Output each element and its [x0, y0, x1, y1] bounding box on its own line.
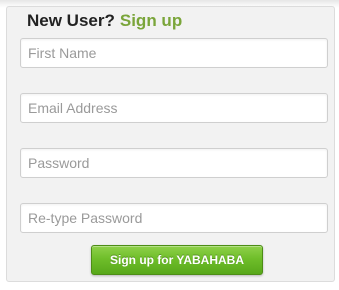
signup-page: New User?Sign up Sign up for YABAHABA	[0, 0, 339, 290]
signup-heading: New User? Sign up	[27, 11, 182, 31]
first-name-input[interactable]	[20, 38, 328, 68]
heading-new-user: New User?	[27, 11, 115, 30]
retype-password-input[interactable]	[20, 203, 328, 233]
heading-sign-up: Sign up	[119, 11, 183, 30]
password-input[interactable]	[20, 148, 328, 178]
signup-submit-button[interactable]: Sign up for YABAHABA	[91, 245, 263, 275]
email-input[interactable]	[20, 93, 328, 123]
